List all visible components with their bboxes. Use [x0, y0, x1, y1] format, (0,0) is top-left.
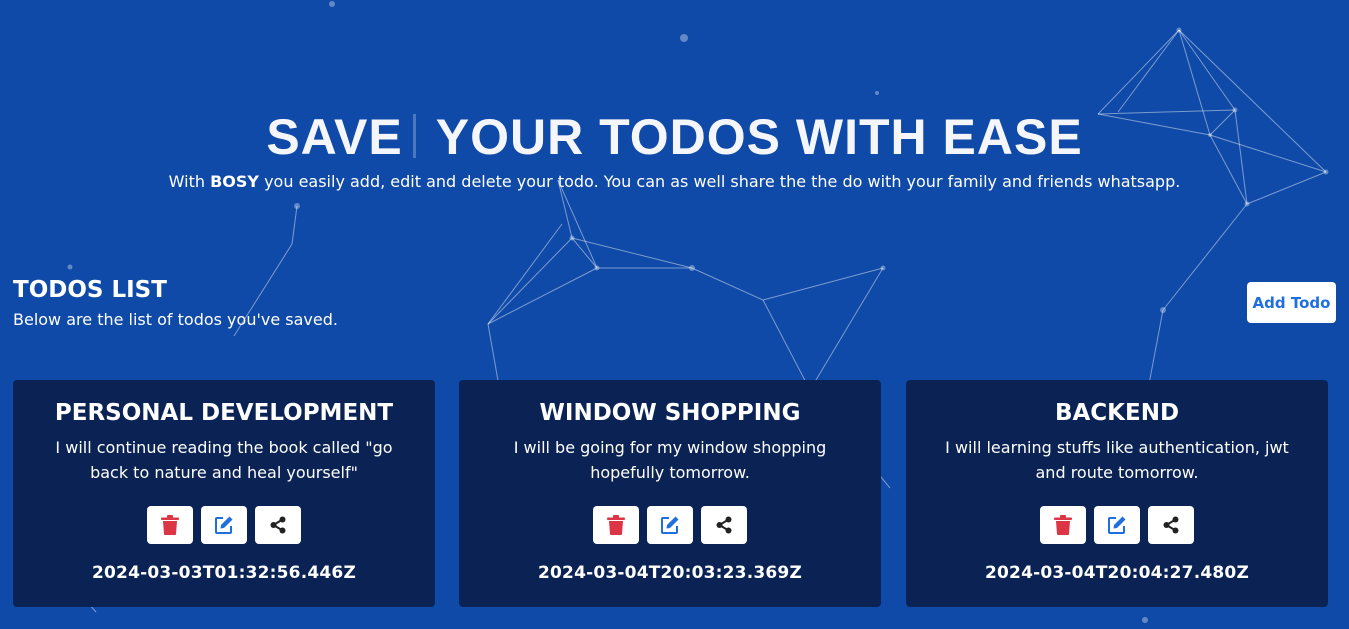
todo-actions: [459, 506, 881, 544]
todo-title: PERSONAL DEVELOPMENT: [54, 400, 394, 426]
todos-list-description: Below are the list of todos you've saved…: [13, 310, 338, 329]
delete-todo-button[interactable]: [1040, 506, 1086, 544]
edit-icon: [1108, 516, 1126, 534]
trash-icon: [1054, 515, 1072, 535]
todos-list-header: TODOS LIST Below are the list of todos y…: [13, 275, 338, 329]
brand-name: BOSY: [210, 172, 259, 191]
delete-todo-button[interactable]: [147, 506, 193, 544]
add-todo-button[interactable]: Add Todo: [1247, 282, 1336, 323]
todo-timestamp: 2024-03-04T20:03:23.369Z: [538, 563, 802, 583]
todo-card: PERSONAL DEVELOPMENT I will continue rea…: [13, 380, 435, 607]
todo-title: BACKEND: [1054, 400, 1180, 426]
trash-icon: [607, 515, 625, 535]
hero-title-typed-word: SAVE: [266, 109, 403, 165]
todo-body: I will continue reading the book called …: [55, 438, 393, 482]
todo-card: BACKEND I will learning stuffs like auth…: [906, 380, 1328, 607]
todos-list-title: TODOS LIST: [13, 277, 167, 303]
todo-actions: [906, 506, 1328, 544]
edit-todo-button[interactable]: [1094, 506, 1140, 544]
hero-subtitle-text: you easily add, edit and delete your tod…: [259, 172, 1181, 191]
hero-title-rest: YOUR TODOS WITH EASE: [435, 109, 1083, 165]
share-icon: [716, 516, 732, 534]
edit-icon: [661, 516, 679, 534]
edit-todo-button[interactable]: [647, 506, 693, 544]
todo-body: I will be going for my window shopping h…: [513, 438, 827, 482]
todo-actions: [13, 506, 435, 544]
todo-card: WINDOW SHOPPING I will be going for my w…: [459, 380, 881, 607]
delete-todo-button[interactable]: [593, 506, 639, 544]
hero-subtitle-prefix: With: [168, 172, 211, 191]
trash-icon: [161, 515, 179, 535]
edit-todo-button[interactable]: [201, 506, 247, 544]
hero: SAVE YOUR TODOS WITH EASE With BOSY you e…: [0, 104, 1349, 191]
hero-subtitle: With BOSY you easily add, edit and delet…: [0, 172, 1349, 191]
edit-icon: [215, 516, 233, 534]
share-icon: [1163, 516, 1179, 534]
todo-timestamp: 2024-03-04T20:04:27.480Z: [985, 563, 1249, 583]
share-todo-button[interactable]: [1148, 506, 1194, 544]
hero-title: SAVE YOUR TODOS WITH EASE: [0, 104, 1349, 170]
typing-cursor: [412, 114, 416, 158]
share-todo-button[interactable]: [255, 506, 301, 544]
todo-cards: PERSONAL DEVELOPMENT I will continue rea…: [13, 380, 1329, 607]
todo-timestamp: 2024-03-03T01:32:56.446Z: [92, 563, 356, 583]
share-icon: [270, 516, 286, 534]
share-todo-button[interactable]: [701, 506, 747, 544]
todo-title: WINDOW SHOPPING: [539, 400, 801, 426]
todo-body: I will learning stuffs like authenticati…: [945, 438, 1289, 482]
